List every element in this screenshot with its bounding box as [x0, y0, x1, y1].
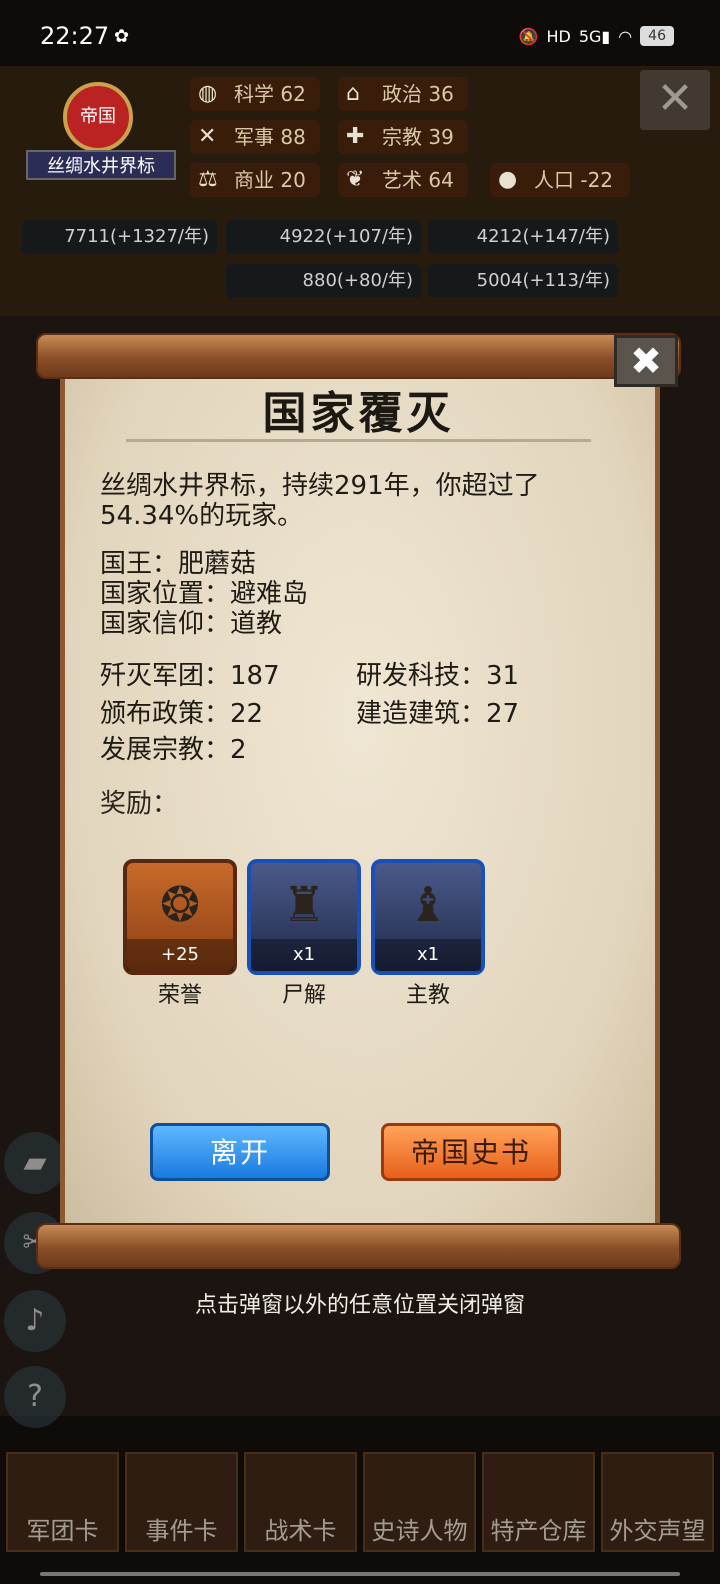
nav-epic-heroes[interactable]: 史诗人物: [363, 1452, 476, 1552]
stat-commerce: ⚖ 商业 20: [190, 163, 320, 197]
status-icons: 🔕 HD 5G▮ ◠ 46: [519, 26, 674, 46]
nav-event-cards[interactable]: 事件卡: [125, 1452, 238, 1552]
stat-policies: 颁布政策：22: [100, 699, 264, 729]
king-info: 国王：肥蘑菇: [100, 549, 257, 579]
resource-iron: 4212(+147/年): [428, 220, 618, 254]
bottom-nav: 军团卡 事件卡 战术卡 史诗人物 特产仓库 外交声望: [0, 1452, 720, 1562]
stat-religions: 发展宗教：2: [100, 735, 247, 765]
battery-icon: 46: [640, 26, 674, 46]
hud-close-button[interactable]: ✕: [640, 70, 710, 130]
religion-icon: ✚: [346, 124, 365, 149]
stat-religion: ✚ 宗教 39: [338, 120, 468, 154]
politics-icon: ⌂: [346, 81, 360, 106]
home-indicator[interactable]: [40, 1572, 680, 1576]
summary-text: 丝绸水井界标，持续291年，你超过了 54.34%的玩家。: [100, 471, 600, 531]
hd-icon: HD: [546, 26, 571, 46]
reward-count: x1: [251, 939, 357, 971]
reward-count: +25: [127, 939, 233, 971]
summary-line-1: 丝绸水井界标，持续291年，你超过了: [100, 471, 540, 501]
dialog-title: 国家覆灭: [262, 388, 455, 439]
reward-count: x1: [375, 939, 481, 971]
nation-emblem: 帝国 丝绸水井界标: [18, 72, 178, 182]
population-icon: ●: [498, 167, 518, 192]
stat-art: ❦ 艺术 64: [338, 163, 468, 197]
stat-researched-tech: 研发科技：31: [356, 661, 520, 691]
statue-icon: ♜: [282, 877, 326, 933]
faith-info: 国家信仰：道教: [100, 609, 283, 639]
science-icon: ◍: [198, 81, 218, 106]
resource-stone: 880(+80/年): [226, 264, 421, 298]
stat-politics: ⌂ 政治 36: [338, 77, 468, 111]
leave-button[interactable]: 离开: [150, 1123, 330, 1181]
reward-label: 奖励：: [100, 789, 179, 819]
scales-icon: ⚖: [198, 167, 218, 192]
reward-name: 尸解: [281, 983, 326, 1008]
scroll-rod-top: [36, 333, 681, 379]
app-notification-icon: ✿: [114, 26, 130, 47]
art-icon: ❦: [346, 167, 365, 192]
resource-gold: 7711(+1327/年): [22, 220, 217, 254]
nav-tactic-cards[interactable]: 战术卡: [244, 1452, 357, 1552]
dismiss-hint: 点击弹窗以外的任意位置关闭弹窗: [194, 1293, 525, 1318]
reward-name: 荣誉: [157, 983, 202, 1008]
empire-history-button[interactable]: 帝国史书: [381, 1123, 561, 1181]
title-divider: [126, 439, 591, 442]
military-icon: ✕: [198, 124, 217, 149]
status-time: 22:27: [40, 22, 110, 50]
signal-icon: 5G▮: [578, 26, 611, 46]
nav-diplomacy[interactable]: 外交声望: [601, 1452, 714, 1552]
stat-population: ● 人口 -22: [490, 163, 630, 197]
stat-buildings: 建造建筑：27: [356, 699, 520, 729]
nation-fall-dialog[interactable]: ✖ 国家覆灭 丝绸水井界标，持续291年，你超过了 54.34%的玩家。 国王：…: [36, 333, 681, 1273]
status-bar: 22:27 ✿ 🔕 HD 5G▮ ◠ 46: [0, 0, 720, 70]
nav-legion-cards[interactable]: 军团卡: [6, 1452, 119, 1552]
reward-bishop[interactable]: ♝ x1: [371, 859, 485, 975]
reward-corpse[interactable]: ♜ x1: [247, 859, 361, 975]
wifi-icon: ◠: [618, 26, 633, 46]
stat-science: ◍ 科学 62: [190, 77, 320, 111]
reward-honor[interactable]: ❂ +25: [123, 859, 237, 975]
nation-name: 丝绸水井界标: [26, 150, 176, 180]
help-side-button[interactable]: ?: [4, 1366, 66, 1428]
mute-icon: 🔕: [518, 26, 539, 46]
summary-line-2: 54.34%的玩家。: [100, 501, 304, 531]
stat-destroyed-legions: 歼灭军团：187: [100, 661, 280, 691]
reward-name: 主教: [405, 983, 450, 1008]
resource-food: 5004(+113/年): [428, 264, 618, 298]
resource-wood: 4922(+107/年): [226, 220, 421, 254]
location-info: 国家位置：避难岛: [100, 579, 309, 609]
medal-icon: ❂: [159, 877, 201, 933]
stat-military: ✕ 军事 88: [190, 120, 320, 154]
bishop-icon: ♝: [406, 877, 450, 933]
crest-icon: 帝国: [63, 82, 133, 152]
nav-specialty-warehouse[interactable]: 特产仓库: [482, 1452, 595, 1552]
scroll-rod-bottom: [36, 1223, 681, 1269]
